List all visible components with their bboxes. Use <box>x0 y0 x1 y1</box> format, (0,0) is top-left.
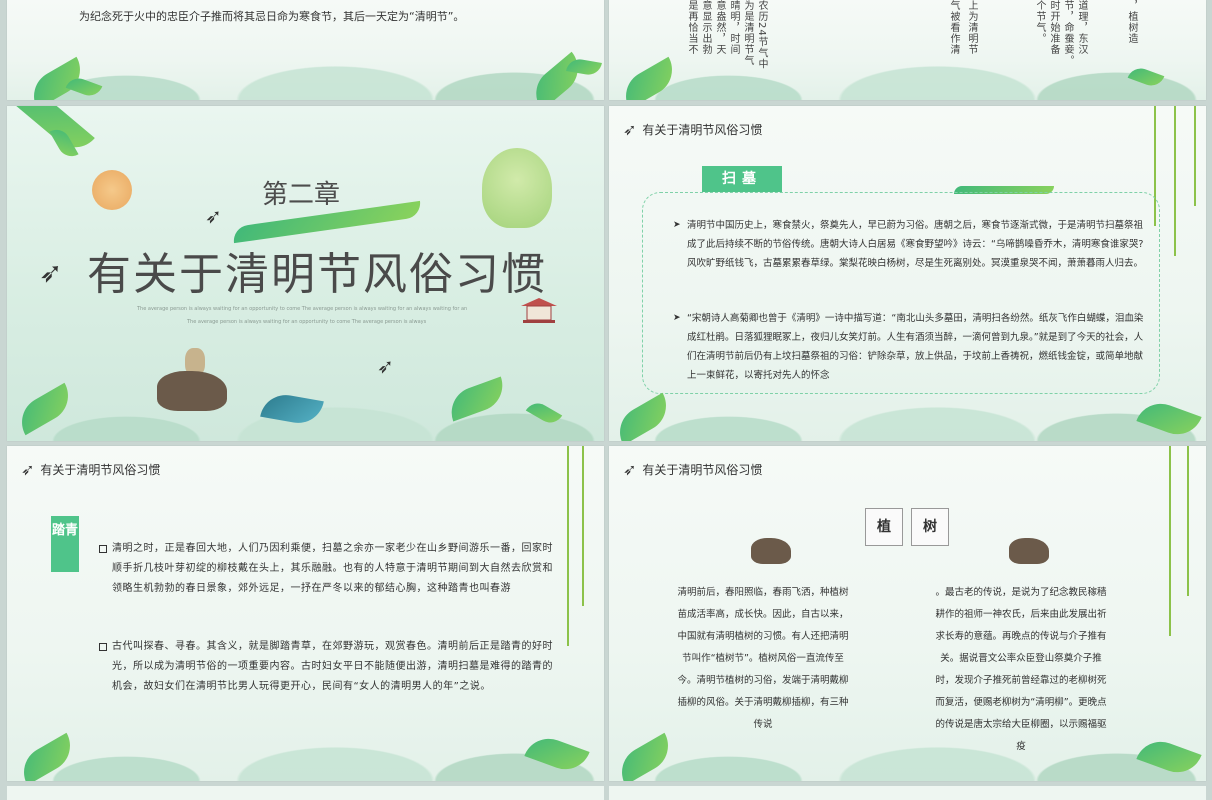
section-header: ➶ 有关于清明节风俗习惯 <box>21 460 160 479</box>
slide-thumbnail-8[interactable] <box>609 786 1206 800</box>
bullet-arrow-icon: ➤ <box>673 313 681 323</box>
slide-thumbnail-5[interactable]: ➶ 有关于清明节风俗习惯 踏青 清明之时，正是春回大地，人们乃因利乘便，扫墓之余… <box>7 446 604 781</box>
mountain-decoration <box>609 371 1206 441</box>
paragraph: 清明节中国历史上，寒食禁火，祭奠先人，早已蔚为习俗。唐朝之后，寒食节逐渐式微，于… <box>687 220 1144 269</box>
title-char-box: 树 <box>911 508 949 546</box>
swallow-icon: ➶ <box>205 204 222 228</box>
slide-thumbnail-1[interactable]: 为纪念死于火中的忠臣介子推而将其忌日命为寒食节，其后一天定为“清明节”。 <box>7 0 604 100</box>
slide-thumbnail-4[interactable]: ➶ 有关于清明节风俗习惯 扫墓 ➤ 清明节中国历史上，寒食禁火，祭奠先人，早已蔚… <box>609 106 1206 441</box>
paragraph: 古代叫探春、寻春。其含义，就是脚踏青草，在郊野游玩，观赏春色。清明前后正是踏青的… <box>112 641 553 692</box>
buffalo-icon <box>751 538 791 564</box>
slide-thumbnail-3[interactable]: 第二章 ➶ ➶ 有关于清明节风俗习惯 The average person is… <box>7 106 604 441</box>
section-header-label: 有关于清明节风俗习惯 <box>642 123 763 137</box>
swallow-icon: ➶ <box>623 460 637 479</box>
section-header-label: 有关于清明节风俗习惯 <box>642 463 763 477</box>
slide-text: 为纪念死于火中的忠臣介子推而将其忌日命为寒食节，其后一天定为“清明节”。 <box>79 10 465 23</box>
mountain-decoration <box>609 30 1206 100</box>
vine-decoration <box>582 446 584 606</box>
pagoda-icon <box>521 298 557 323</box>
vine-decoration <box>1169 446 1171 636</box>
vine-decoration <box>1187 446 1189 596</box>
vine-decoration <box>567 446 569 646</box>
bullet-square-icon <box>99 643 107 651</box>
section-header-label: 有关于清明节风俗习惯 <box>40 463 161 477</box>
buffalo-icon <box>1009 538 1049 564</box>
bullet-square-icon <box>99 545 107 553</box>
subtitle-english: The average person is always waiting for… <box>187 319 427 325</box>
page-title: 有关于清明节风俗习惯 <box>87 249 547 300</box>
mountain-decoration <box>7 711 604 781</box>
chapter-label: 第二章 <box>262 180 341 210</box>
slide-thumbnail-6[interactable]: ➶ 有关于清明节风俗习惯 植 树 清明前后，春阳照临，春雨飞洒，种植树苗成活率高… <box>609 446 1206 781</box>
slide-thumbnail-2[interactable]: 是再恰当不 意显示出勃 意盎然，天 晴明，时间 为是清明节气 农历24节气中 气… <box>609 0 1206 100</box>
subtitle-english: The average person is always waiting for… <box>137 306 468 312</box>
mountain-decoration <box>609 711 1206 781</box>
title-char-box: 植 <box>865 508 903 546</box>
topic-tag: 扫墓 <box>702 166 782 192</box>
vine-decoration <box>1174 106 1176 256</box>
swallow-icon: ➶ <box>39 256 63 289</box>
vine-decoration <box>1194 106 1196 206</box>
paragraph: 清明之时，正是春回大地，人们乃因利乘便，扫墓之余亦一家老少在山乡野间游乐一番，回… <box>112 543 553 594</box>
topic-tag: 踏青 <box>51 516 79 572</box>
section-header: ➶ 有关于清明节风俗习惯 <box>623 120 762 139</box>
swallow-icon: ➶ <box>623 120 637 139</box>
slide-thumbnail-7[interactable] <box>7 786 604 800</box>
section-header: ➶ 有关于清明节风俗习惯 <box>623 460 762 479</box>
swallow-icon: ➶ <box>21 460 35 479</box>
sun-decoration <box>92 170 132 210</box>
bullet-arrow-icon: ➤ <box>673 220 681 230</box>
willow-tree-icon <box>482 148 552 228</box>
